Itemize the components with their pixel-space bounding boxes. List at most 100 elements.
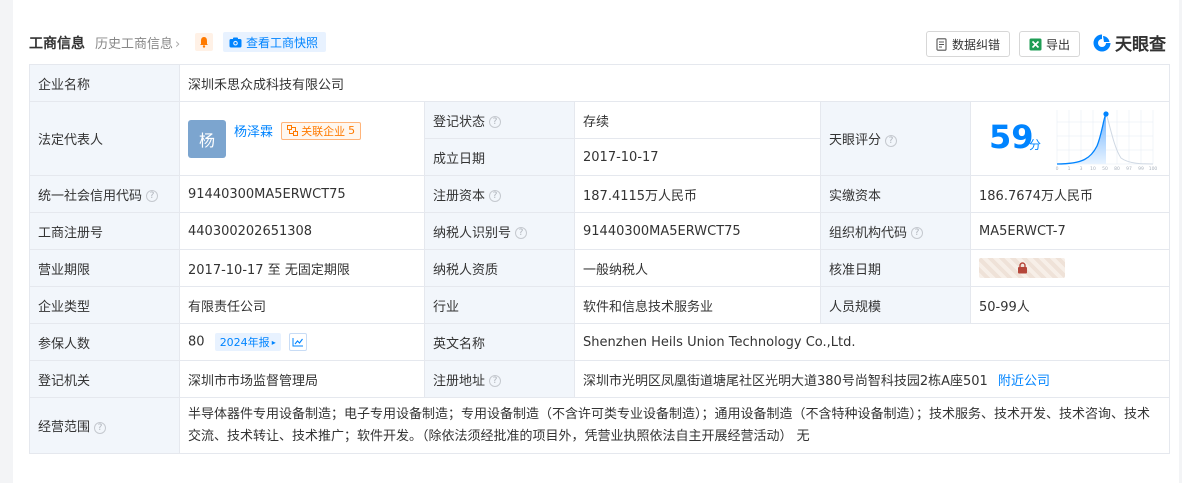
help-icon[interactable]: ? [489,190,502,202]
data-correction-button[interactable]: 数据纠错 [926,31,1011,57]
help-icon[interactable]: ? [885,134,898,147]
term-label: 营业期限 [29,249,180,287]
score-value: 59 [989,118,1034,156]
line-chart-icon [292,338,303,347]
tax-id-label: 纳税人识别号 [433,225,512,241]
org-code-value: MA5ERWCT-7 [969,212,1171,250]
monitor-button[interactable] [195,33,213,51]
type-value: 有限责任公司 [179,286,425,324]
reg-status-label: 登记状态 [433,114,486,130]
chevron-right-icon: › [175,37,181,52]
legal-rep-name-link[interactable]: 杨泽霖 [234,125,273,140]
reg-capital-label: 注册资本 [433,188,486,204]
staff-value: 50-99人 [969,286,1171,324]
credit-code-label-cell: 统一社会信用代码? [29,175,180,213]
related-companies-badge[interactable]: 关联企业 5 [281,121,362,140]
help-icon[interactable]: ? [911,227,924,239]
brand-name: 天眼查 [1115,35,1166,55]
reg-status-label-cell: 登记状态? [424,101,575,139]
authority-label: 登记机关 [29,360,180,398]
section-header: 工商信息 历史工商信息 › 查看工商快照 数据纠错 导出 天眼查 [29,28,1169,58]
related-link-icon [287,125,299,136]
score-axis-tick: 97 [1126,166,1132,172]
industry-label: 行业 [424,286,575,324]
tax-qual-label: 纳税人资质 [424,249,575,287]
address-cell: 深圳市光明区凤凰街道塘尾社区光明大道380号尚智科技园2栋A座501 附近公司 [573,360,1171,398]
locked-value[interactable] [979,258,1065,278]
industry-value: 软件和信息技术服务业 [574,286,821,324]
document-edit-icon [936,37,947,51]
export-button[interactable]: 导出 [1019,31,1081,57]
en-name-value: Shenzhen Heils Union Technology Co.,Ltd. [573,323,1171,361]
table-row: 营业期限 2017-10-17 至 无固定期限 纳税人资质 一般纳税人 核准日期 [29,249,1171,287]
help-icon[interactable]: ? [146,190,159,202]
score-distribution-chart: 0 1 3 10 50 80 97 99 100 [1056,110,1158,172]
staff-label: 人员规模 [820,286,971,324]
scope-label: 经营范围 [38,420,91,435]
score-axis-tick: 100 [1149,166,1158,172]
address-value: 深圳市光明区凤凰街道塘尾社区光明大道380号尚智科技园2栋A座501 [583,373,988,389]
score-cell[interactable]: 59 分 0 1 3 10 50 80 97 99 100 [969,101,1171,176]
approve-date-label: 核准日期 [820,249,971,287]
caret-right-icon: ▸ [271,337,276,347]
view-snapshot-button[interactable]: 查看工商快照 [223,32,327,52]
help-icon[interactable]: ? [515,227,528,239]
type-label: 企业类型 [29,286,180,324]
lock-icon [1017,262,1027,274]
score-label-cell: 天眼评分? [820,101,971,176]
table-row: 登记机关 深圳市市场监督管理局 注册地址? 深圳市光明区凤凰街道塘尾社区光明大道… [29,360,1171,398]
paid-capital-value: 186.7674万人民币 [969,175,1171,213]
page-left-margin [0,0,13,483]
insured-value: 80 [188,334,205,350]
company-name-label: 企业名称 [29,64,180,102]
table-row: 经营范围? 半导体器件专用设备制造；电子专用设备制造；专用设备制造（不含许可类专… [29,397,1171,454]
history-info-label: 历史工商信息 [95,37,174,52]
reg-capital-value: 187.4115万人民币 [574,175,821,213]
en-name-label: 英文名称 [424,323,575,361]
paid-capital-label: 实缴资本 [820,175,971,213]
legal-rep-cell: 杨 杨泽霖 关联企业 5 [179,101,425,176]
export-label: 导出 [1046,37,1071,52]
brand-logo: 天眼查 [1092,30,1166,55]
excel-icon [1029,38,1042,50]
help-icon[interactable]: ? [489,116,502,128]
table-row: 参保人数 80 2024年报 ▸ 英文名称 Shenzhen Heils Unio… [29,323,1171,361]
reg-capital-label-cell: 注册资本? [424,175,575,213]
score-axis-tick: 50 [1102,166,1108,172]
score-axis-tick: 99 [1138,166,1144,172]
approve-date-cell [969,249,1171,287]
score-axis-tick: 1 [1068,166,1071,172]
insured-label: 参保人数 [29,323,180,361]
view-snapshot-label: 查看工商快照 [246,35,319,50]
tianyancha-logo-icon [1093,34,1111,51]
reg-status-value: 存续 [574,101,821,139]
credit-code-label: 统一社会信用代码 [38,188,143,204]
score-axis-tick: 0 [1056,166,1059,172]
camera-icon [229,37,242,47]
avatar[interactable]: 杨 [188,119,226,158]
address-label: 注册地址 [433,373,486,389]
reg-no-label: 工商注册号 [29,212,180,250]
insured-cell: 80 2024年报 ▸ [179,323,425,361]
table-row: 法定代表人 杨 杨泽霖 关联企业 5 登记状态? 存续 天眼评分? 59 分 0… [29,101,1171,176]
tax-id-value: 91440300MA5ERWCT75 [574,212,821,250]
reg-no-value: 440300202651308 [179,212,425,250]
annual-report-button[interactable]: 2024年报 ▸ [214,333,281,351]
credit-code-value: 91440300MA5ERWCT75 [179,175,425,213]
tax-qual-value: 一般纳税人 [574,249,821,287]
score-unit: 分 [1029,138,1042,152]
org-code-label: 组织机构代码 [829,225,908,241]
nearby-companies-link[interactable]: 附近公司 [998,374,1050,389]
term-value: 2017-10-17 至 无固定期限 [179,249,425,287]
history-info-link[interactable]: 历史工商信息 › [95,33,180,52]
table-row: 企业名称 深圳禾思众成科技有限公司 [29,64,1171,102]
trend-chart-button[interactable] [288,333,307,351]
scope-label-cell: 经营范围? [29,397,180,454]
table-row: 工商注册号 440300202651308 纳税人识别号? 91440300MA… [29,212,1171,250]
table-row: 统一社会信用代码? 91440300MA5ERWCT75 注册资本? 187.4… [29,175,1171,213]
bell-icon [200,37,208,48]
scope-value: 半导体器件专用设备制造；电子专用设备制造；专用设备制造（不含许可类专业设备制造）… [178,397,1171,454]
help-icon[interactable]: ? [94,421,107,434]
help-icon[interactable]: ? [489,375,502,387]
est-date-value: 2017-10-17 [574,138,821,176]
